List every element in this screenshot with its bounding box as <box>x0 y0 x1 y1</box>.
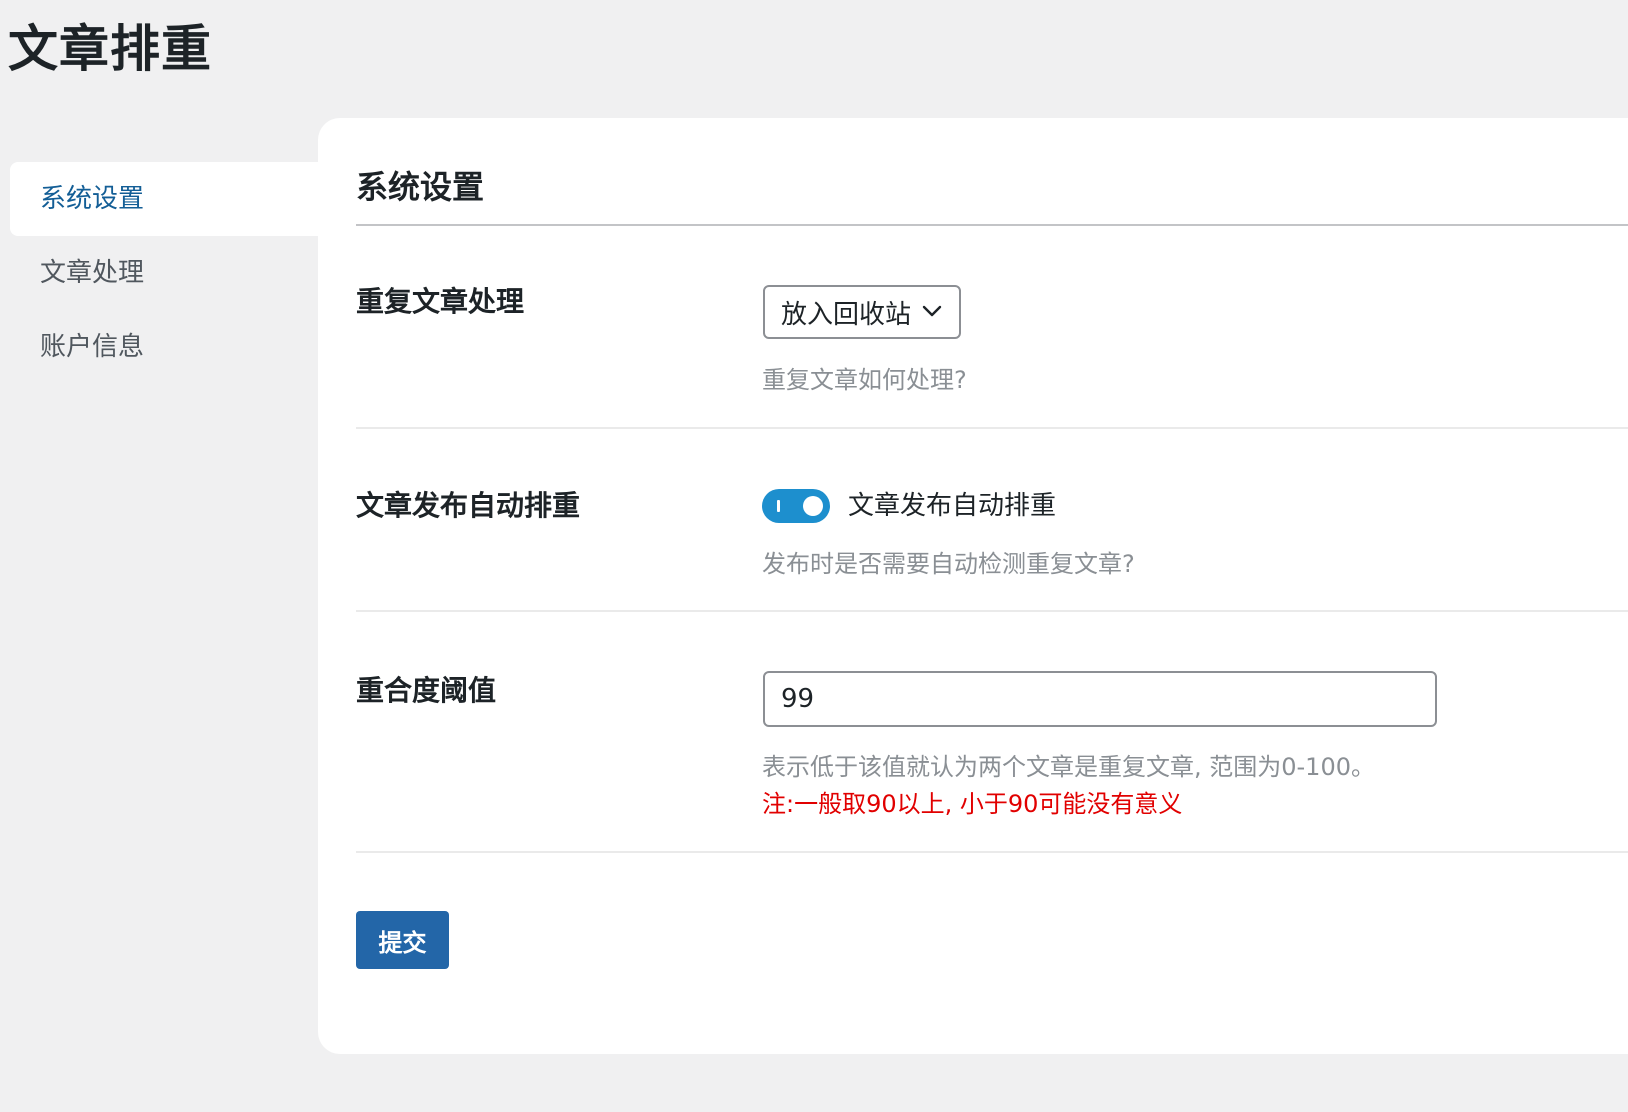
sidebar-item-article-processing[interactable]: 文章处理 <box>10 236 318 310</box>
row-divider <box>356 610 1628 612</box>
threshold-input[interactable] <box>763 671 1437 727</box>
duplicate-handling-selected-value: 放入回收站 <box>781 299 912 330</box>
auto-dedup-help: 发布时是否需要自动检测重复文章? <box>762 550 1135 578</box>
chevron-down-icon <box>922 305 942 317</box>
auto-dedup-toggle-label[interactable]: 文章发布自动排重 <box>848 486 1056 526</box>
row-divider <box>356 851 1628 853</box>
page-title: 文章排重 <box>8 20 212 78</box>
sidebar-item-account-info[interactable]: 账户信息 <box>10 310 318 384</box>
threshold-label: 重合度阈值 <box>356 674 497 707</box>
submit-button[interactable]: 提交 <box>356 911 449 969</box>
duplicate-handling-help: 重复文章如何处理? <box>762 366 967 394</box>
row-divider <box>356 427 1628 429</box>
duplicate-handling-label: 重复文章处理 <box>356 285 525 318</box>
title-divider <box>356 224 1628 226</box>
settings-sidebar: 系统设置 文章处理 账户信息 <box>10 162 318 384</box>
toggle-on-indicator <box>777 500 780 512</box>
threshold-help: 表示低于该值就认为两个文章是重复文章, 范围为0-100。 <box>762 753 1375 781</box>
toggle-knob <box>803 496 823 516</box>
auto-dedup-toggle[interactable] <box>762 489 830 523</box>
sidebar-item-system-settings[interactable]: 系统设置 <box>10 162 318 236</box>
auto-dedup-label: 文章发布自动排重 <box>356 489 581 522</box>
threshold-note: 注:一般取90以上, 小于90可能没有意义 <box>762 790 1183 818</box>
settings-panel: 系统设置 重复文章处理 放入回收站 重复文章如何处理? 文章发布自动排重 文章发… <box>318 118 1628 1054</box>
panel-title: 系统设置 <box>356 168 485 206</box>
duplicate-handling-select[interactable]: 放入回收站 <box>763 285 961 339</box>
